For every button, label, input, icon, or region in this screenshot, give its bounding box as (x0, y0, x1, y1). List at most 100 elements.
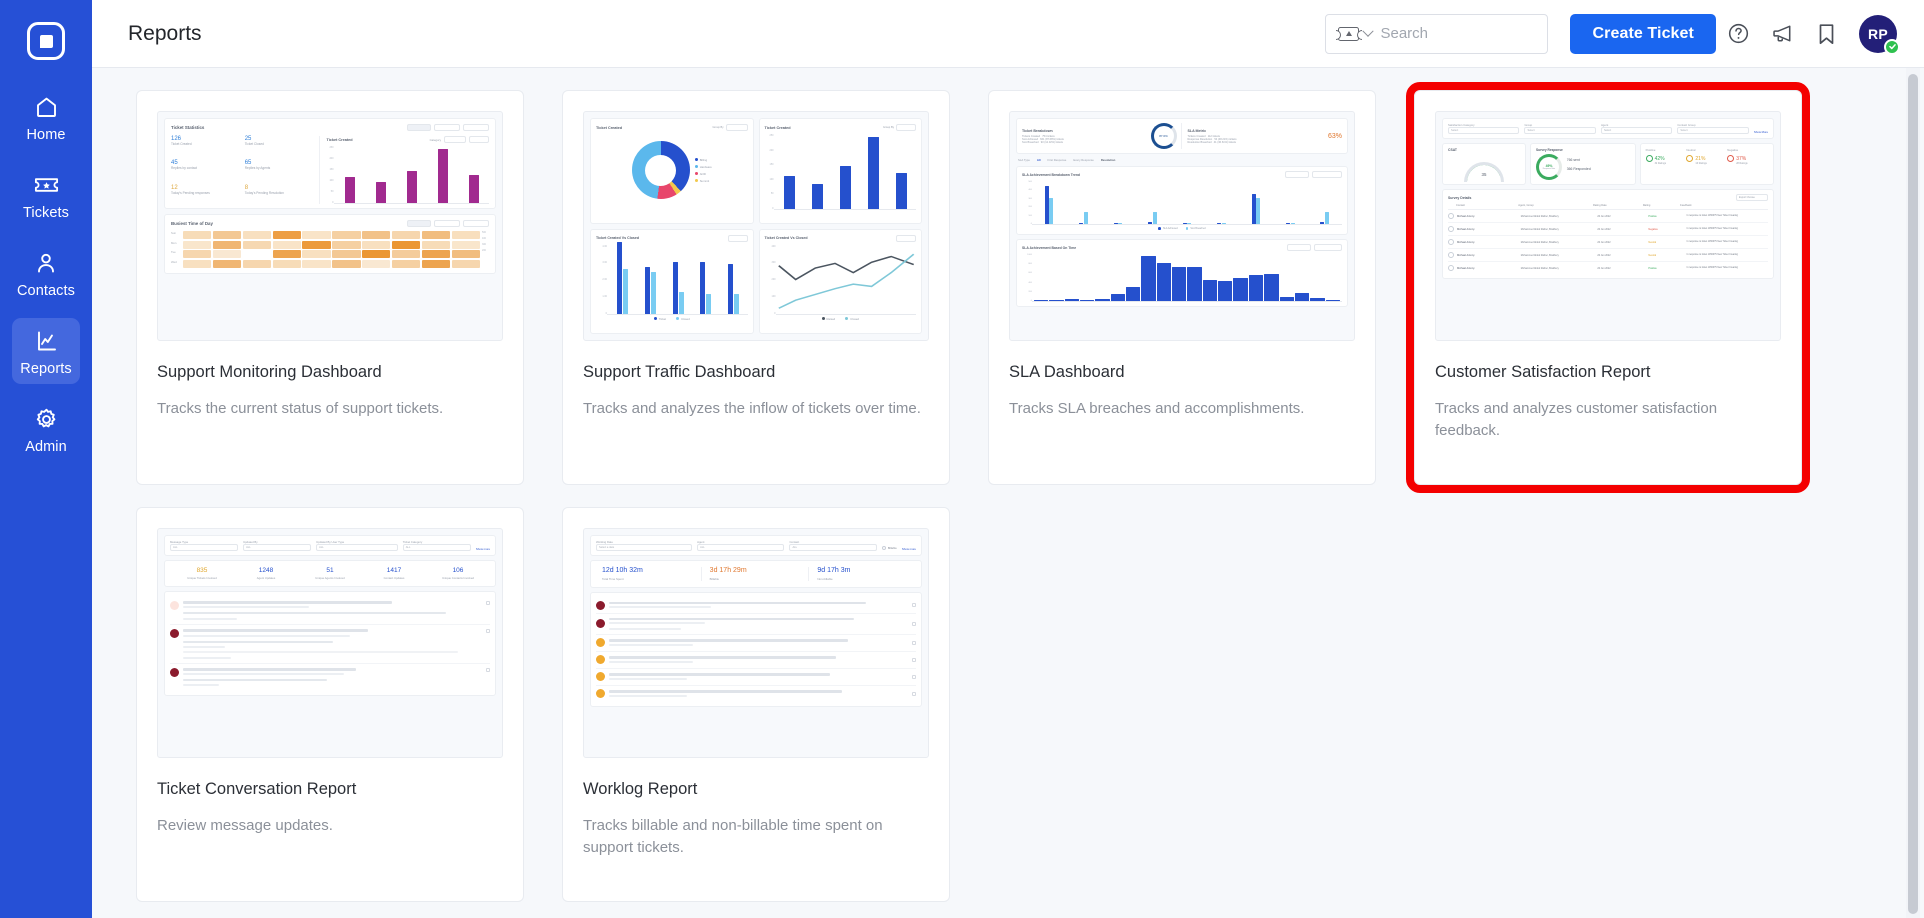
report-card-support-traffic-dashboard[interactable]: Ticket Created Group By Billing Hardware… (562, 90, 950, 485)
stat-value: 1417 (386, 567, 402, 574)
rating-percent: 37% (1736, 155, 1747, 162)
rating-sub: 32 Ratings (1654, 162, 1667, 165)
stat-label: Billable (709, 577, 719, 581)
help-icon[interactable] (1716, 12, 1760, 56)
filter-select[interactable]: ALL (243, 544, 312, 551)
thumb-panel-stats: 835 Unique Tickets Involved 1248 Agent Upd… (164, 560, 496, 587)
list-item (596, 686, 916, 702)
search-input[interactable] (1380, 25, 1586, 42)
filter-select[interactable]: Select a date (596, 544, 693, 551)
cell-agent: Mohammed Abdul Rather, Bradbury (1520, 227, 1559, 231)
thumb-panel-survey-details: Survey Details Export Choose Contact Age… (1442, 189, 1774, 279)
table-title: Survey Details (1448, 195, 1472, 200)
sidebar-item-label: Home (26, 127, 66, 143)
filter-select[interactable]: Select (1448, 127, 1520, 134)
filter-select[interactable]: Select (1600, 127, 1673, 134)
cell-contact: Michael Antony (1457, 253, 1475, 257)
rating-neutral: Neutral 21% 16 Ratings (1686, 148, 1727, 180)
report-card-customer-satisfaction-report[interactable]: Satisfaction Category Select Group Select … (1406, 82, 1810, 493)
filter-select[interactable]: ALL (789, 544, 877, 551)
search-type-selector[interactable] (1326, 25, 1380, 41)
thumb-panel-title: SLA Achievement Based On Time (1022, 245, 1077, 250)
filter-select[interactable]: ALL (402, 544, 471, 551)
heatmap-row-label: Wed (171, 259, 177, 264)
thumb-panel-summary: Ticket Breakdown Tickets Created 754 tic… (1016, 118, 1348, 154)
stat-label: Ticket Closed (244, 142, 264, 146)
show-more-button[interactable]: Show more (902, 547, 916, 551)
card-description: Tracks SLA breaches and accomplishments. (1009, 400, 1305, 417)
cell-contact: Michael Antony (1457, 266, 1475, 270)
status-badge (1884, 38, 1900, 55)
filter-select[interactable]: ALL (697, 544, 785, 551)
cell-rating: Neutral (1648, 253, 1657, 257)
report-card-worklog-report[interactable]: Working Date Select a date Agent ALL Conta… (562, 507, 950, 902)
list-item (170, 664, 490, 690)
rating-label: Negative (1727, 148, 1739, 152)
show-more-button[interactable]: Show more (476, 547, 490, 551)
filter-select[interactable]: Select (1524, 127, 1596, 134)
thumb-panel-conversations (164, 591, 496, 697)
legend-label: Summit (699, 178, 710, 183)
legend-label: Closed (681, 316, 690, 321)
filter-select[interactable]: ALL (170, 544, 239, 551)
sidebar-item-home[interactable]: Home (12, 84, 80, 150)
sidebar-item-contacts[interactable]: Contacts (12, 240, 80, 306)
report-thumbnail: Ticket Created Group By Billing Hardware… (583, 111, 929, 341)
stat-value: 106 (452, 567, 464, 574)
sidebar-item-label: Reports (20, 361, 72, 377)
person-icon (34, 249, 58, 277)
billable-checkbox[interactable] (881, 546, 886, 550)
create-ticket-button[interactable]: Create Ticket (1570, 13, 1716, 54)
legend-label: SLA Achieved (1162, 227, 1178, 230)
sla-tab[interactable]: All (1037, 158, 1041, 162)
filter-select[interactable]: ALL (316, 544, 398, 551)
card-description: Tracks the current status of support tic… (157, 400, 444, 417)
card-description: Tracks and analyzes customer satisfactio… (1435, 400, 1718, 439)
sla-tab[interactable]: Resolution (1101, 158, 1115, 162)
sla-tab[interactable]: First Response (1048, 158, 1067, 162)
export-button[interactable]: Export Choose (1736, 194, 1768, 201)
show-more-button[interactable]: Show More (1754, 130, 1768, 134)
stat-value: 9d 17h 3m (817, 567, 851, 574)
column-header: Rating Date (1593, 204, 1607, 207)
rating-label: Positive (1645, 148, 1656, 152)
thumb-panel-donut: Ticket Created Group By Billing Hardware… (590, 118, 754, 224)
cell-feedback: In response to ticket 1050075 New Ticket… (1686, 228, 1738, 230)
bookmark-icon[interactable] (1804, 12, 1848, 56)
report-card-ticket-conversation-report[interactable]: Message Type ALL Updated By ALL Updated By… (136, 507, 524, 902)
app-logo[interactable] (0, 10, 92, 72)
gear-icon (34, 405, 59, 433)
cell-date: 20 Jun 2022 (1597, 266, 1611, 270)
sidebar-item-reports[interactable]: Reports (12, 318, 80, 384)
stat-label: Contact Updates (383, 576, 405, 580)
stat-label: Non-billable (817, 577, 833, 581)
report-card-support-monitoring-dashboard[interactable]: Ticket Statistics 126 Ticket Created 25 … (136, 90, 524, 485)
sidebar-item-tickets[interactable]: Tickets (12, 162, 80, 228)
thumb-panel-title: Ticket Created Vs Closed (596, 236, 640, 240)
rating-positive: Positive 42% 32 Ratings (1645, 148, 1687, 180)
card-title: Support Traffic Dashboard (583, 363, 776, 381)
stat-label: Unique Tickets Involved (187, 576, 217, 580)
survey-sub: Response Rate (1542, 168, 1556, 170)
sidebar-item-admin[interactable]: Admin (12, 396, 80, 462)
thumb-chart-title: Ticket Created (326, 137, 353, 142)
cell-rating: Positive (1648, 214, 1657, 218)
avatar[interactable]: RP (1856, 12, 1900, 56)
column-header: Agent, Group (1518, 204, 1534, 207)
list-item (596, 669, 916, 686)
chevron-down-icon (1362, 25, 1375, 37)
announcement-icon[interactable] (1760, 12, 1804, 56)
thumb-panel-title: Ticket Created (596, 125, 623, 130)
thumb-filter-bar: Satisfaction Category Select Group Select … (1442, 118, 1774, 139)
search-box[interactable] (1325, 13, 1602, 54)
sidebar-item-label: Tickets (22, 205, 70, 221)
filter-select[interactable]: Select (1677, 127, 1749, 134)
report-card-sla-dashboard[interactable]: Ticket Breakdown Tickets Created 754 tic… (988, 90, 1376, 485)
column-header: Feedback (1680, 204, 1692, 207)
sla-tab[interactable]: Every Response (1073, 158, 1094, 162)
cell-date: 20 Jun 2022 (1597, 253, 1611, 257)
stat-label: Unique Agents Involved (315, 576, 345, 580)
thumb-filter-bar: Message Type ALL Updated By ALL Updated By… (164, 535, 496, 556)
vertical-scrollbar[interactable] (1908, 74, 1918, 914)
rating-percent: 21% (1695, 155, 1706, 162)
